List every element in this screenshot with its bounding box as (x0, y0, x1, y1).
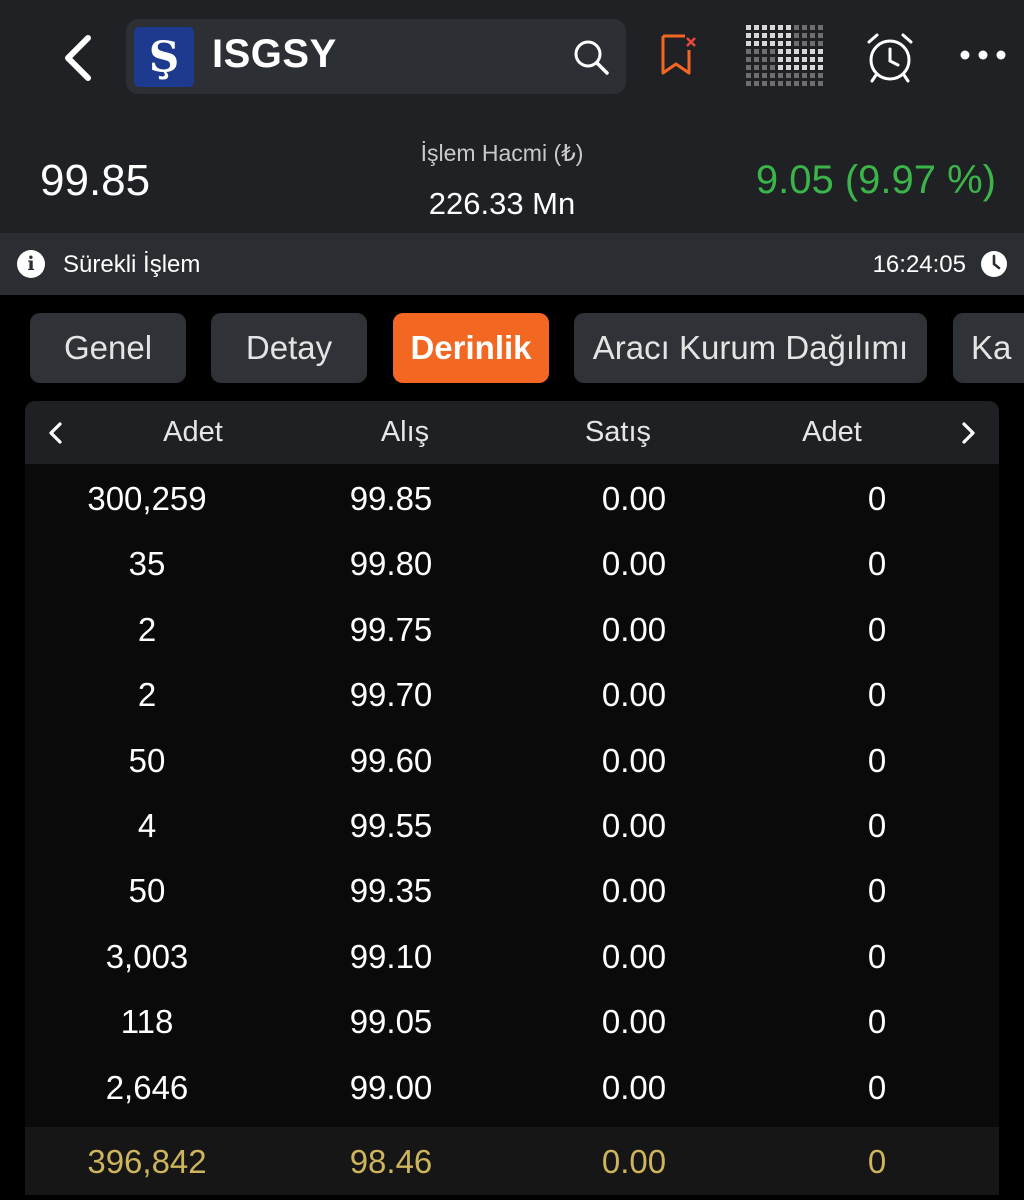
table-row[interactable]: 50 99.35 0.00 0 (25, 858, 999, 923)
bid-price-cell: 99.80 (349, 545, 433, 583)
bid-qty-cell: 3,003 (105, 937, 189, 975)
ask-qty-cell: 0 (867, 676, 887, 714)
bookmark-remove-icon[interactable] (658, 32, 698, 78)
session-status: Sürekli İşlem (63, 251, 201, 278)
company-logo: Ş (134, 27, 194, 87)
volume-value: 226.33 Mn (428, 186, 576, 221)
bid-qty-cell: 50 (128, 741, 166, 779)
ask-qty-cell: 0 (867, 610, 887, 648)
bid-qty-cell: 118 (120, 1003, 174, 1041)
depth-table-header: Adet Alış Satış Adet (25, 401, 999, 464)
total-ask-price: 0.00 (601, 1143, 667, 1180)
tab-genel[interactable]: Genel (30, 313, 186, 383)
last-price: 99.85 (40, 156, 151, 205)
bid-price-cell: 99.55 (349, 807, 433, 844)
bid-qty-cell: 35 (128, 545, 166, 583)
ask-qty-cell: 0 (867, 480, 887, 517)
total-bid-qty: 396,842 (87, 1143, 207, 1180)
ask-price-cell: 0.00 (601, 676, 667, 714)
search-icon[interactable] (570, 36, 612, 78)
ask-qty-cell: 0 (867, 741, 887, 779)
bid-price-cell: 99.75 (349, 610, 433, 648)
bid-qty-cell: 300,259 (87, 480, 207, 517)
symbol-search-box[interactable]: Ş ISGSY (126, 19, 626, 94)
bid-price-cell: 99.70 (349, 676, 433, 714)
ask-qty-cell: 0 (867, 1003, 887, 1041)
ask-price-cell: 0.00 (601, 610, 667, 648)
bid-qty-cell: 2 (137, 610, 157, 648)
bid-price-cell: 99.85 (349, 480, 433, 517)
bid-price-cell: 99.60 (349, 741, 433, 779)
total-ask-qty: 0 (867, 1143, 887, 1180)
ask-price-cell: 0.00 (601, 480, 667, 517)
chevron-right-icon[interactable] (955, 419, 981, 447)
chevron-left-icon[interactable] (43, 419, 69, 447)
bid-qty-cell: 50 (128, 872, 166, 910)
price-change: 9.05 (9.97 %) (755, 158, 996, 202)
tab-araci-kurum-dagilimi[interactable]: Aracı Kurum Dağılımı (574, 313, 927, 383)
ask-qty-cell: 0 (867, 872, 887, 910)
alarm-clock-icon[interactable] (864, 32, 916, 84)
total-bid-price: 98.46 (349, 1143, 433, 1180)
header-bid-qty: Adet (163, 416, 223, 448)
more-options-icon[interactable] (958, 48, 1008, 62)
bid-qty-cell: 2,646 (105, 1068, 189, 1106)
top-header: Ş ISGSY 99.85 İşlem Hacmi (₺) 226.33 Mn … (0, 0, 1024, 233)
bid-qty-cell: 4 (137, 807, 157, 844)
table-row[interactable]: 300,259 99.85 0.00 0 (25, 466, 999, 531)
logo-letter: Ş (148, 32, 180, 81)
ask-price-cell: 0.00 (601, 872, 667, 910)
status-time: 16:24:05 (872, 251, 966, 278)
ask-price-cell: 0.00 (601, 545, 667, 583)
header-ask-qty: Adet (802, 416, 862, 448)
chevron-left-icon[interactable] (48, 28, 108, 88)
ask-price-cell: 0.00 (601, 1068, 667, 1106)
table-row[interactable]: 2 99.70 0.00 0 (25, 662, 999, 727)
table-row[interactable]: 3,003 99.10 0.00 0 (25, 924, 999, 989)
depth-total-row: 396,842 98.46 0.00 0 (25, 1127, 999, 1195)
bid-price-cell: 99.10 (349, 937, 433, 975)
bid-price-cell: 99.35 (349, 872, 433, 910)
table-row[interactable]: 50 99.60 0.00 0 (25, 728, 999, 793)
header-bid-price: Alış (380, 416, 430, 448)
bid-price-cell: 99.05 (349, 1003, 433, 1041)
volume-label: İşlem Hacmi (₺) (420, 140, 584, 166)
table-row[interactable]: 2 99.75 0.00 0 (25, 597, 999, 662)
ask-qty-cell: 0 (867, 1068, 887, 1106)
table-row[interactable]: 4 99.55 0.00 0 (25, 793, 999, 858)
tab-detay[interactable]: Detay (211, 313, 367, 383)
heatmap-grid-icon[interactable] (745, 24, 823, 90)
ask-price-cell: 0.00 (601, 741, 667, 779)
ticker-symbol: ISGSY (212, 32, 337, 76)
tab-partial[interactable]: Ka (953, 313, 1024, 383)
table-row[interactable]: 2,646 99.00 0.00 0 (25, 1055, 999, 1120)
ask-price-cell: 0.00 (601, 807, 667, 844)
ask-qty-cell: 0 (867, 545, 887, 583)
bid-qty-cell: 2 (137, 676, 157, 714)
ask-price-cell: 0.00 (601, 1003, 667, 1041)
bid-price-cell: 99.00 (349, 1068, 433, 1106)
session-status-bar: i Sürekli İşlem 16:24:05 (0, 233, 1024, 295)
table-row[interactable]: 118 99.05 0.00 0 (25, 989, 999, 1054)
ask-qty-cell: 0 (867, 807, 887, 844)
ask-price-cell: 0.00 (601, 937, 667, 975)
info-icon[interactable]: i (17, 250, 45, 278)
table-row[interactable]: 35 99.80 0.00 0 (25, 531, 999, 596)
tab-derinlik[interactable]: Derinlik (393, 313, 549, 383)
header-ask-price: Satış (584, 416, 652, 448)
clock-icon (981, 251, 1007, 277)
ask-qty-cell: 0 (867, 937, 887, 975)
